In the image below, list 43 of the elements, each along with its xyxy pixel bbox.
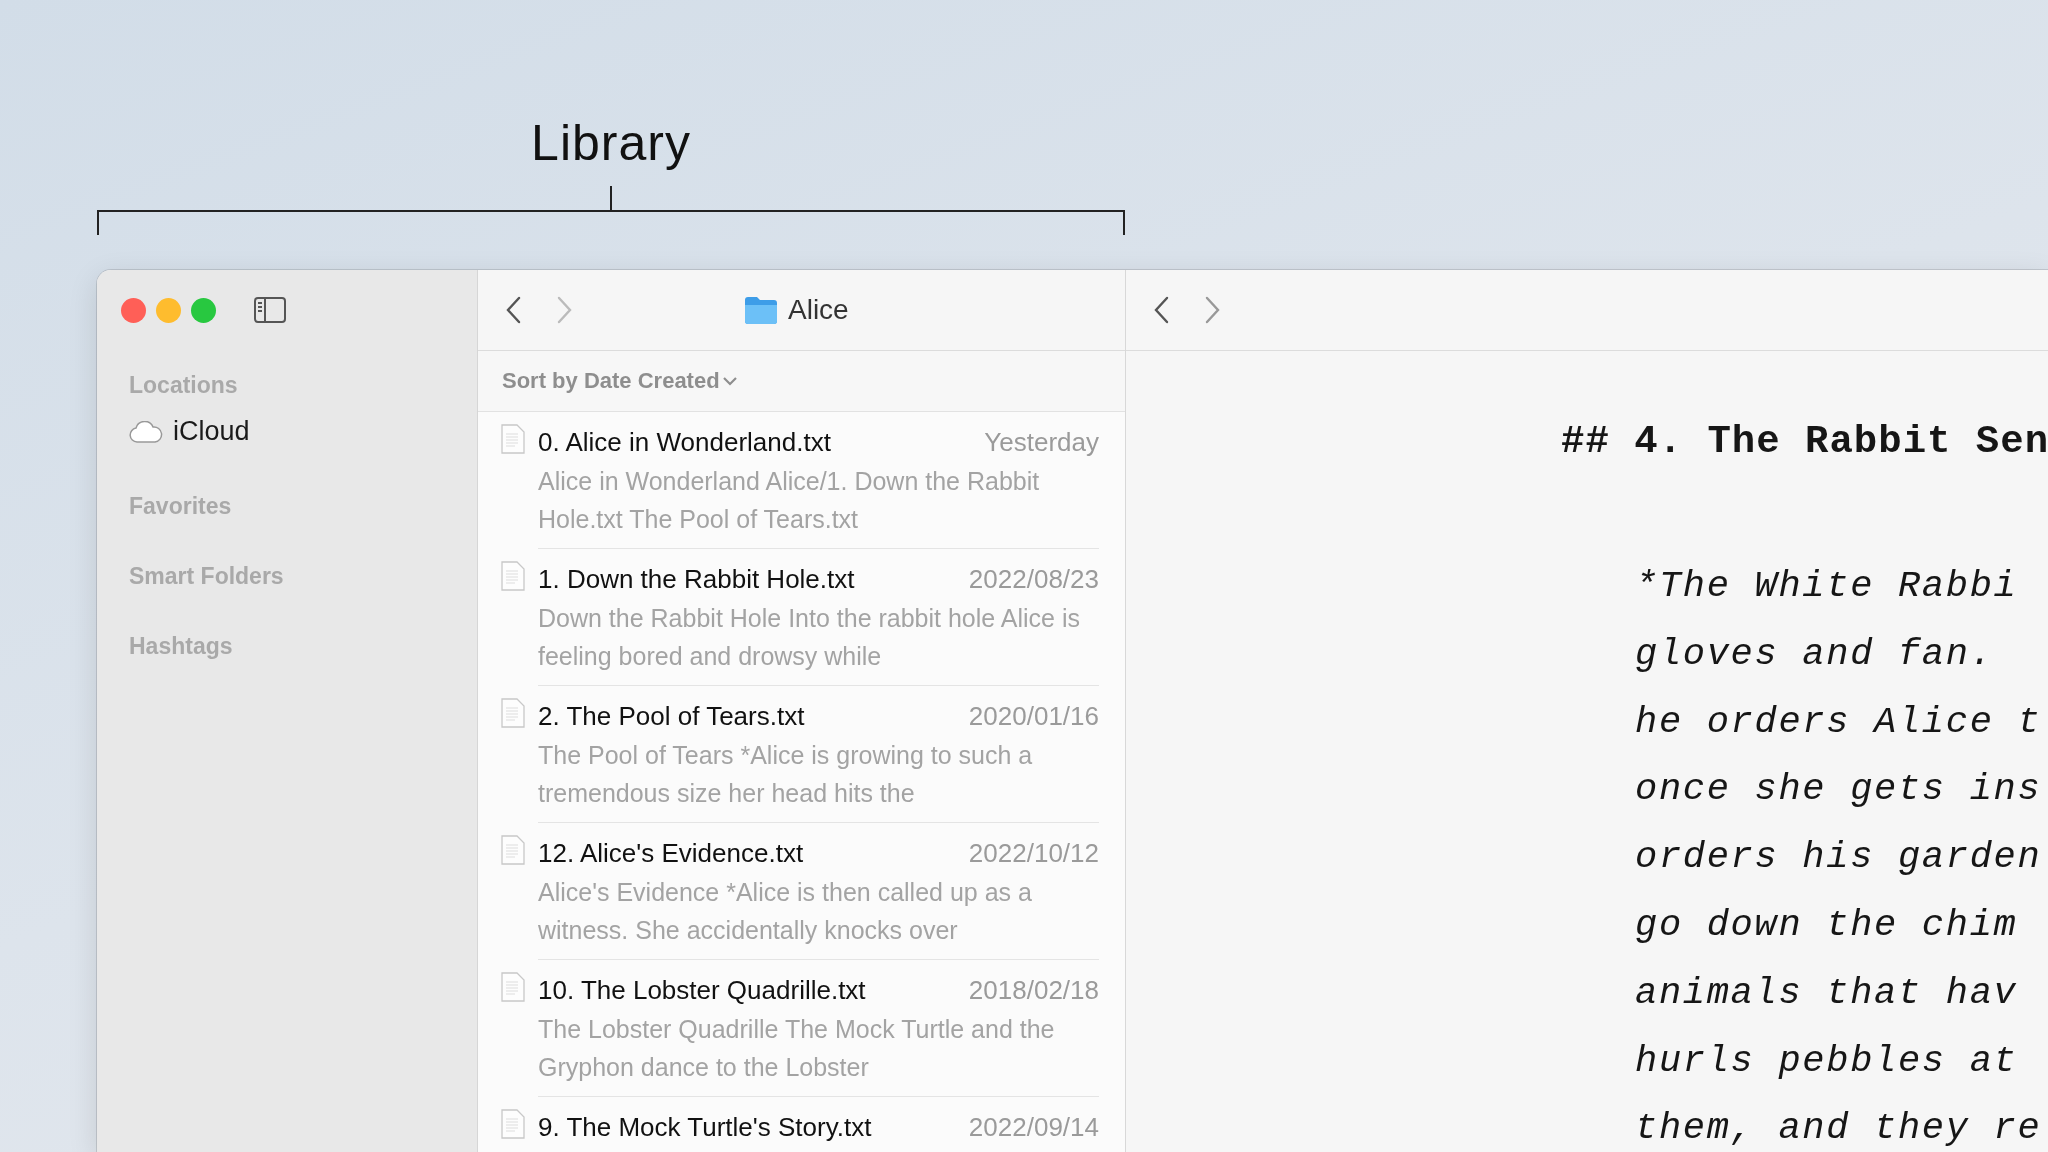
folder-title: Alice [788, 294, 849, 326]
note-date: Yesterday [984, 427, 1099, 458]
note-date: 2022/09/14 [968, 1112, 1099, 1143]
close-button[interactable] [121, 297, 146, 323]
markdown-heading: ## 4. The Rabbit Sen [1561, 420, 2048, 464]
note-title[interactable]: 1. Down the Rabbit Hole.txt [538, 561, 855, 597]
cloud-icon [129, 420, 163, 443]
document-icon [500, 1109, 526, 1139]
note-snippet: The Pool of Tears *Alice is growing to such a tremendous size her head hits the [538, 740, 1034, 809]
document-icon [500, 835, 526, 865]
editor-text-line: hurls pebbles at [1635, 1038, 2019, 1084]
minimize-button[interactable] [156, 297, 181, 323]
zoom-button[interactable] [191, 297, 216, 323]
note-snippet: The Lobster Quadrille The Mock Turtle and the Gryphon dance to the Lobster [538, 1014, 1056, 1083]
sidebar-toggle-icon[interactable] [254, 297, 286, 323]
note-snippet: Alice's Evidence *Alice is then called up as a witness. She accidentally knocks over [538, 877, 1033, 946]
note-date: 2020/01/16 [968, 701, 1099, 732]
note-date: 2018/02/18 [968, 975, 1099, 1006]
document-icon [500, 561, 526, 591]
editor-text-line: animals that hav [1635, 970, 2019, 1016]
document-icon [500, 698, 526, 728]
editor-text-line: *The White Rabbi [1635, 564, 2019, 609]
note-title[interactable]: 9. The Mock Turtle's Story.txt [538, 1109, 872, 1145]
note-date: 2022/10/12 [968, 838, 1099, 869]
note-snippet: Alice in Wonderland Alice/1. Down the Rabbit Hole.txt The Pool of Tears.txt [538, 466, 1041, 535]
note-title[interactable]: 12. Alice's Evidence.txt [538, 835, 804, 871]
editor-text-line: orders his garden [1635, 835, 2043, 881]
document-icon [500, 972, 526, 1002]
note-date: 2022/08/23 [968, 564, 1099, 595]
note-title[interactable]: 0. Alice in Wonderland.txt [538, 424, 831, 460]
note-snippet: Down the Rabbit Hole Into the rabbit hole Alice is feeling bored and drowsy while [538, 603, 1081, 672]
editor-text-line: gloves and fan. [1635, 631, 1995, 677]
chevron-down-icon [721, 375, 738, 387]
note-title[interactable]: 2. The Pool of Tears.txt [538, 698, 805, 734]
editor-text-line: go down the chim [1635, 903, 2019, 948]
editor-text-line: he orders Alice t [1635, 699, 2043, 745]
document-icon [500, 424, 526, 454]
editor-text-line: once she gets ins [1635, 767, 2043, 813]
editor-text-line: them, and they re [1635, 1106, 2043, 1152]
library-label: Library [531, 114, 691, 173]
note-title[interactable]: 10. The Lobster Quadrille.txt [538, 972, 866, 1008]
sidebar-item[interactable]: iCloud [129, 412, 477, 451]
folder-icon [744, 296, 778, 324]
